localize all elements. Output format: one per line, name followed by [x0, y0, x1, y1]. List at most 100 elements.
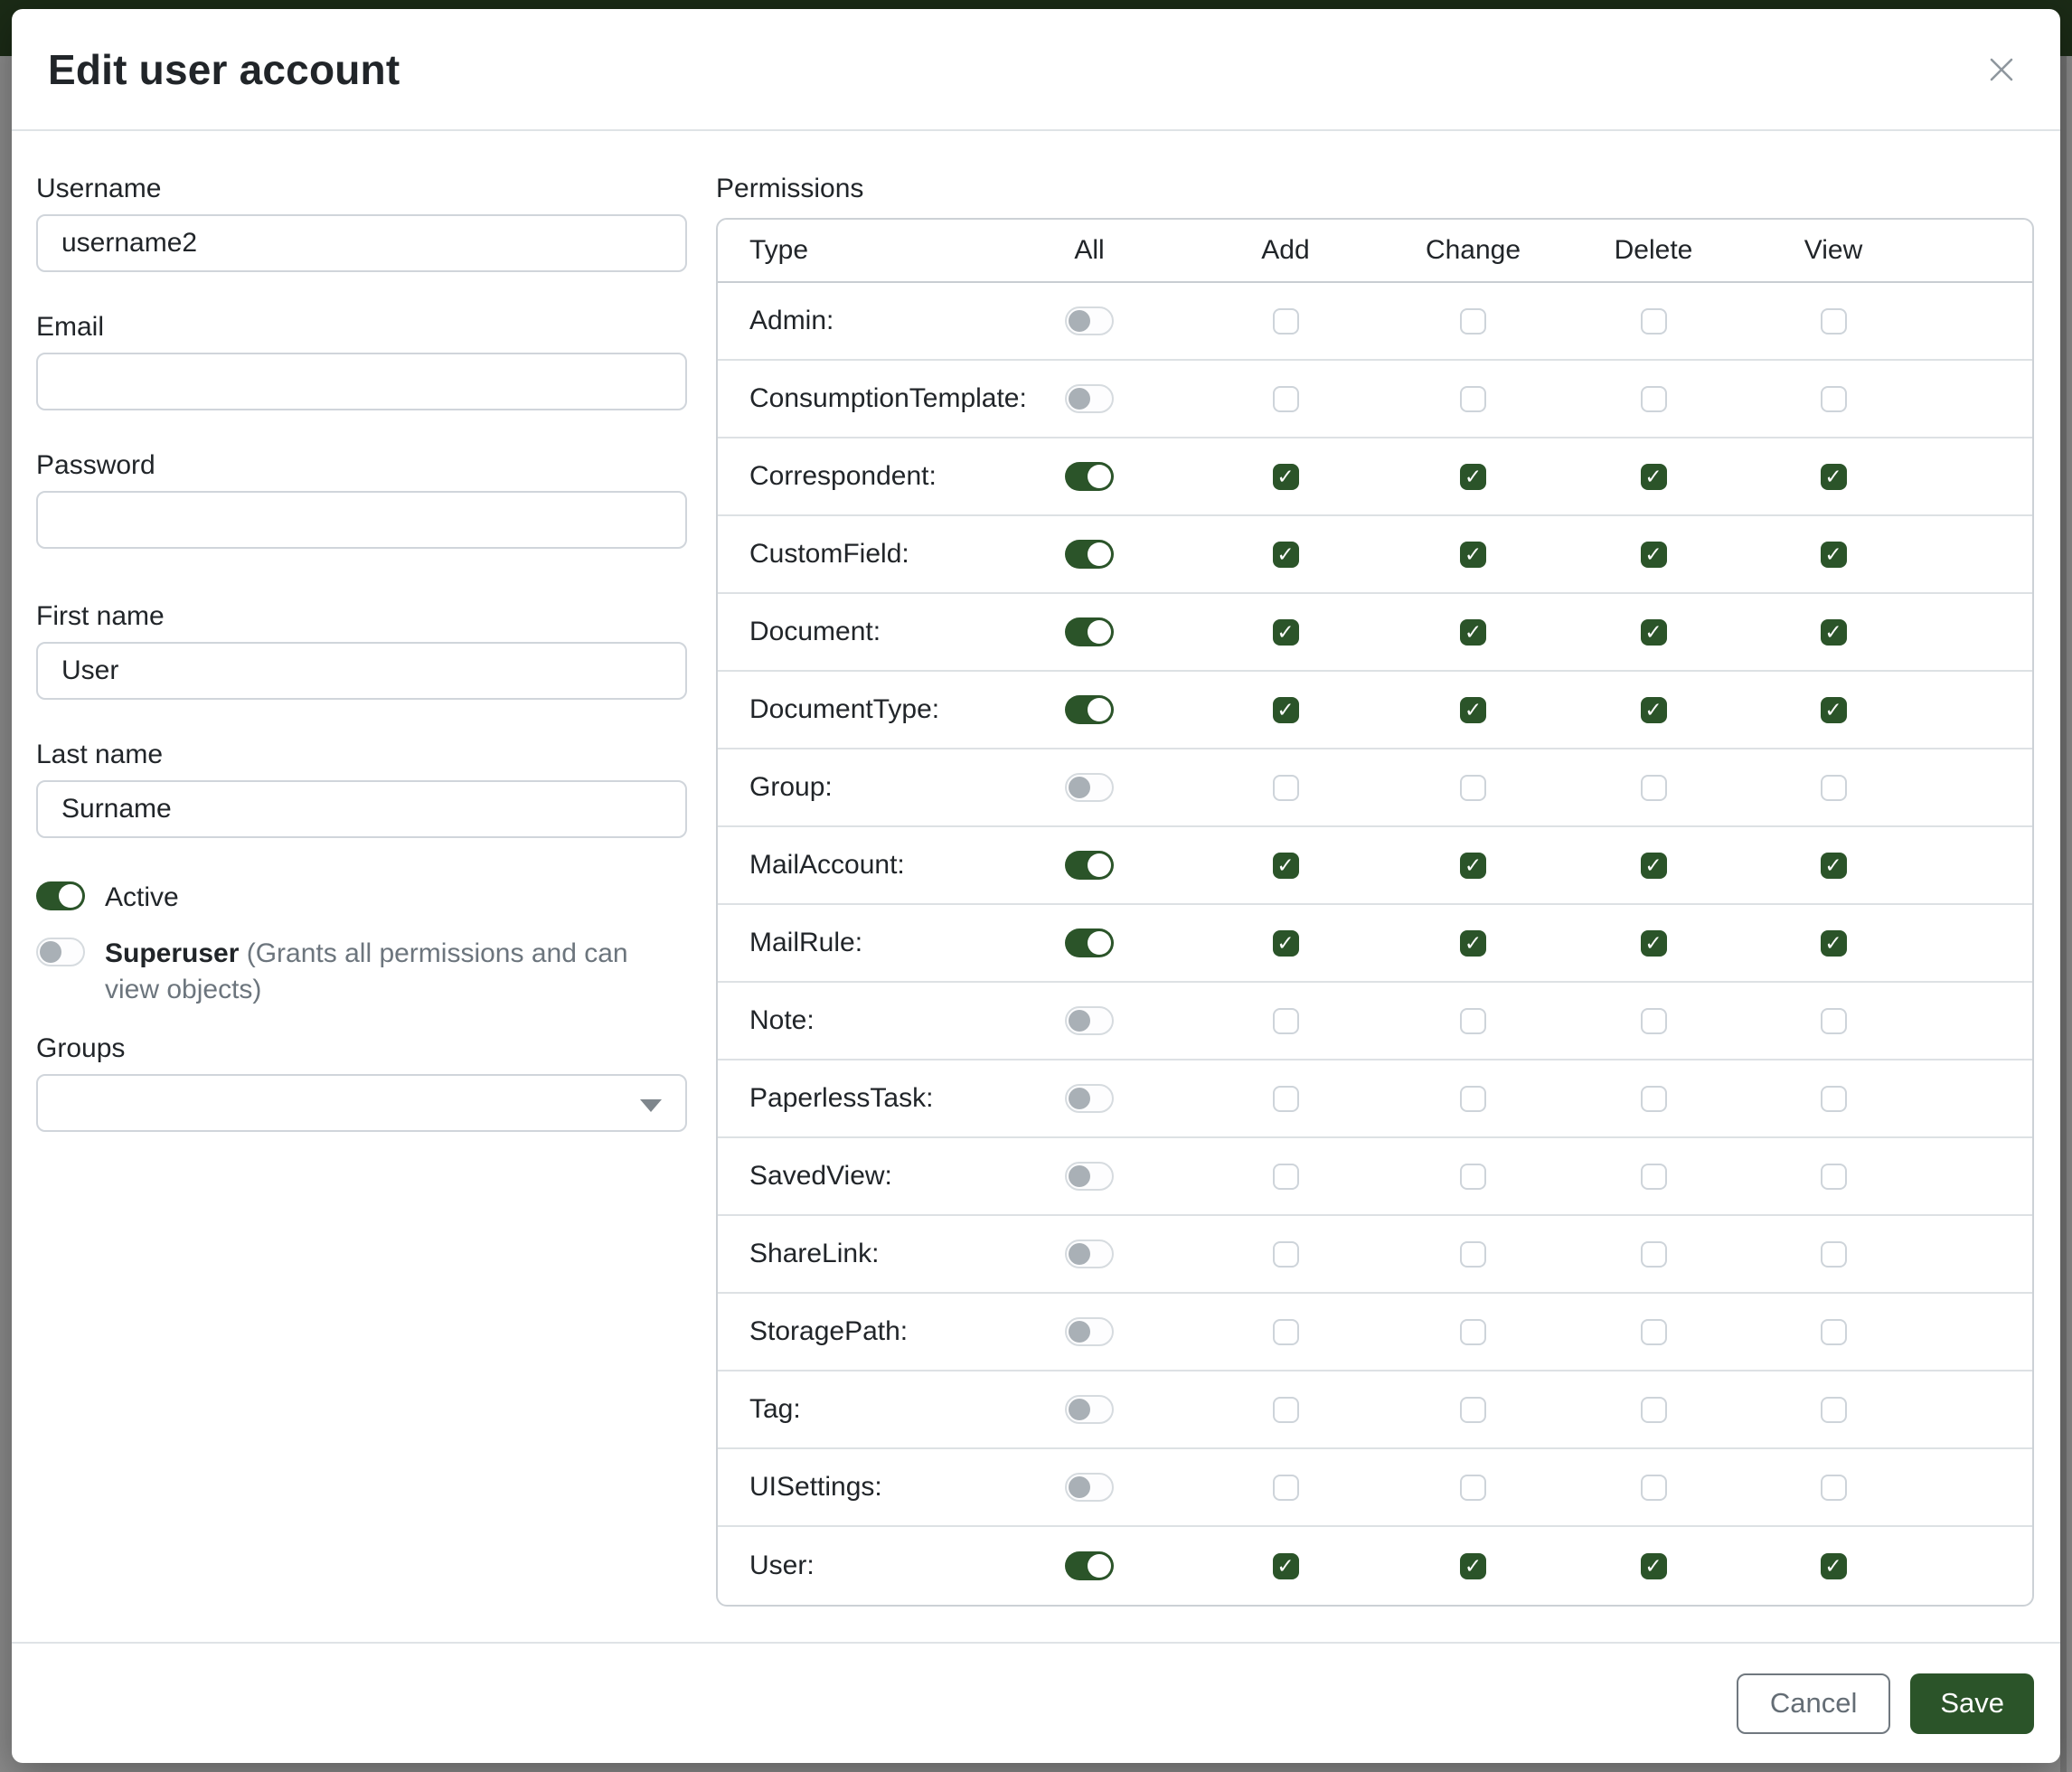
permission-add-checkbox[interactable] [1273, 1164, 1299, 1190]
column-header-change: Change [1381, 235, 1565, 266]
permission-add-checkbox[interactable] [1273, 1475, 1299, 1501]
permission-delete-checkbox[interactable] [1641, 1397, 1667, 1423]
permission-change-checkbox[interactable] [1460, 1164, 1486, 1190]
permission-delete-checkbox[interactable]: ✓ [1641, 464, 1667, 490]
permission-change-checkbox[interactable]: ✓ [1460, 542, 1486, 568]
permission-change-checkbox[interactable]: ✓ [1460, 853, 1486, 879]
permission-view-checkbox[interactable] [1821, 1397, 1847, 1423]
permission-add-checkbox[interactable] [1273, 1008, 1299, 1034]
permission-delete-checkbox[interactable]: ✓ [1641, 697, 1667, 723]
permission-change-checkbox[interactable]: ✓ [1460, 464, 1486, 490]
permission-change-checkbox[interactable] [1460, 775, 1486, 801]
permission-change-checkbox[interactable]: ✓ [1460, 619, 1486, 646]
permission-add-checkbox[interactable] [1273, 1319, 1299, 1345]
permission-all-toggle[interactable] [1065, 1006, 1114, 1035]
permission-delete-checkbox[interactable] [1641, 775, 1667, 801]
permission-add-checkbox[interactable] [1273, 1241, 1299, 1268]
permission-change-checkbox[interactable] [1460, 1397, 1486, 1423]
permission-delete-checkbox[interactable]: ✓ [1641, 542, 1667, 568]
permission-all-toggle[interactable] [1065, 1395, 1114, 1424]
cancel-button[interactable]: Cancel [1737, 1673, 1891, 1734]
permission-change-checkbox[interactable] [1460, 386, 1486, 412]
permission-change-checkbox[interactable]: ✓ [1460, 1553, 1486, 1579]
permission-view-checkbox[interactable]: ✓ [1821, 464, 1847, 490]
permission-view-checkbox[interactable] [1821, 1241, 1847, 1268]
save-button[interactable]: Save [1910, 1673, 2034, 1734]
permission-view-checkbox[interactable]: ✓ [1821, 1553, 1847, 1579]
permission-view-checkbox[interactable] [1821, 1164, 1847, 1190]
permission-change-checkbox[interactable] [1460, 1475, 1486, 1501]
permission-delete-checkbox[interactable]: ✓ [1641, 1553, 1667, 1579]
permission-delete-checkbox[interactable] [1641, 1319, 1667, 1345]
permission-add-checkbox[interactable] [1273, 308, 1299, 335]
permission-view-checkbox[interactable] [1821, 1086, 1847, 1112]
permission-view-checkbox[interactable] [1821, 775, 1847, 801]
permission-delete-checkbox[interactable] [1641, 1008, 1667, 1034]
permission-add-checkbox[interactable]: ✓ [1273, 464, 1299, 490]
permission-view-checkbox[interactable] [1821, 308, 1847, 335]
permission-all-toggle[interactable] [1065, 773, 1114, 802]
permission-all-toggle[interactable] [1065, 695, 1114, 724]
permission-add-checkbox[interactable]: ✓ [1273, 697, 1299, 723]
last-name-input[interactable] [36, 780, 687, 838]
permission-all-toggle[interactable] [1065, 1084, 1114, 1113]
permission-add-checkbox[interactable]: ✓ [1273, 853, 1299, 879]
permission-change-checkbox[interactable] [1460, 1319, 1486, 1345]
permission-all-toggle[interactable] [1065, 1239, 1114, 1268]
permission-all-toggle[interactable] [1065, 384, 1114, 413]
permission-add-checkbox[interactable] [1273, 1397, 1299, 1423]
permission-type-label: Correspondent: [749, 461, 989, 492]
groups-select[interactable] [36, 1074, 687, 1132]
permission-view-checkbox[interactable] [1821, 1008, 1847, 1034]
permission-view-checkbox[interactable] [1821, 386, 1847, 412]
permission-change-checkbox[interactable]: ✓ [1460, 930, 1486, 957]
permission-view-checkbox[interactable]: ✓ [1821, 930, 1847, 957]
permission-delete-checkbox[interactable] [1641, 1475, 1667, 1501]
permission-delete-checkbox[interactable] [1641, 1086, 1667, 1112]
permission-view-checkbox[interactable] [1821, 1319, 1847, 1345]
permission-all-toggle[interactable] [1065, 1473, 1114, 1502]
permission-all-toggle[interactable] [1065, 928, 1114, 957]
permission-add-checkbox[interactable]: ✓ [1273, 1553, 1299, 1579]
close-button[interactable] [1979, 47, 2024, 92]
permission-change-checkbox[interactable] [1460, 308, 1486, 335]
permission-all-toggle[interactable] [1065, 462, 1114, 491]
permission-delete-checkbox[interactable]: ✓ [1641, 619, 1667, 646]
permission-view-checkbox[interactable]: ✓ [1821, 619, 1847, 646]
password-group: Password [36, 448, 687, 549]
permission-change-checkbox[interactable] [1460, 1086, 1486, 1112]
permission-delete-checkbox[interactable] [1641, 1241, 1667, 1268]
permission-view-checkbox[interactable] [1821, 1475, 1847, 1501]
permission-delete-checkbox[interactable]: ✓ [1641, 853, 1667, 879]
permission-all-toggle[interactable] [1065, 851, 1114, 880]
password-input[interactable] [36, 491, 687, 549]
username-input[interactable] [36, 214, 687, 272]
permission-all-toggle[interactable] [1065, 617, 1114, 646]
permission-view-checkbox[interactable]: ✓ [1821, 697, 1847, 723]
permission-add-checkbox[interactable]: ✓ [1273, 619, 1299, 646]
permission-change-checkbox[interactable] [1460, 1241, 1486, 1268]
permission-delete-checkbox[interactable] [1641, 308, 1667, 335]
permission-change-checkbox[interactable] [1460, 1008, 1486, 1034]
permission-delete-checkbox[interactable] [1641, 386, 1667, 412]
first-name-input[interactable] [36, 642, 687, 700]
permission-add-checkbox[interactable] [1273, 386, 1299, 412]
permission-all-toggle[interactable] [1065, 540, 1114, 569]
permission-delete-checkbox[interactable]: ✓ [1641, 930, 1667, 957]
permission-add-checkbox[interactable]: ✓ [1273, 930, 1299, 957]
permission-view-checkbox[interactable]: ✓ [1821, 542, 1847, 568]
permission-view-checkbox[interactable]: ✓ [1821, 853, 1847, 879]
permission-add-checkbox[interactable] [1273, 1086, 1299, 1112]
permission-all-toggle[interactable] [1065, 306, 1114, 335]
permission-change-checkbox[interactable]: ✓ [1460, 697, 1486, 723]
permission-all-toggle[interactable] [1065, 1162, 1114, 1191]
email-input[interactable] [36, 353, 687, 410]
permission-add-checkbox[interactable]: ✓ [1273, 542, 1299, 568]
superuser-toggle[interactable] [36, 938, 85, 966]
permission-delete-checkbox[interactable] [1641, 1164, 1667, 1190]
permission-all-toggle[interactable] [1065, 1551, 1114, 1580]
permissions-section: Permissions Type All Add Change Delete V… [716, 172, 2034, 1642]
permission-all-toggle[interactable] [1065, 1317, 1114, 1346]
permission-add-checkbox[interactable] [1273, 775, 1299, 801]
active-toggle[interactable] [36, 881, 85, 910]
